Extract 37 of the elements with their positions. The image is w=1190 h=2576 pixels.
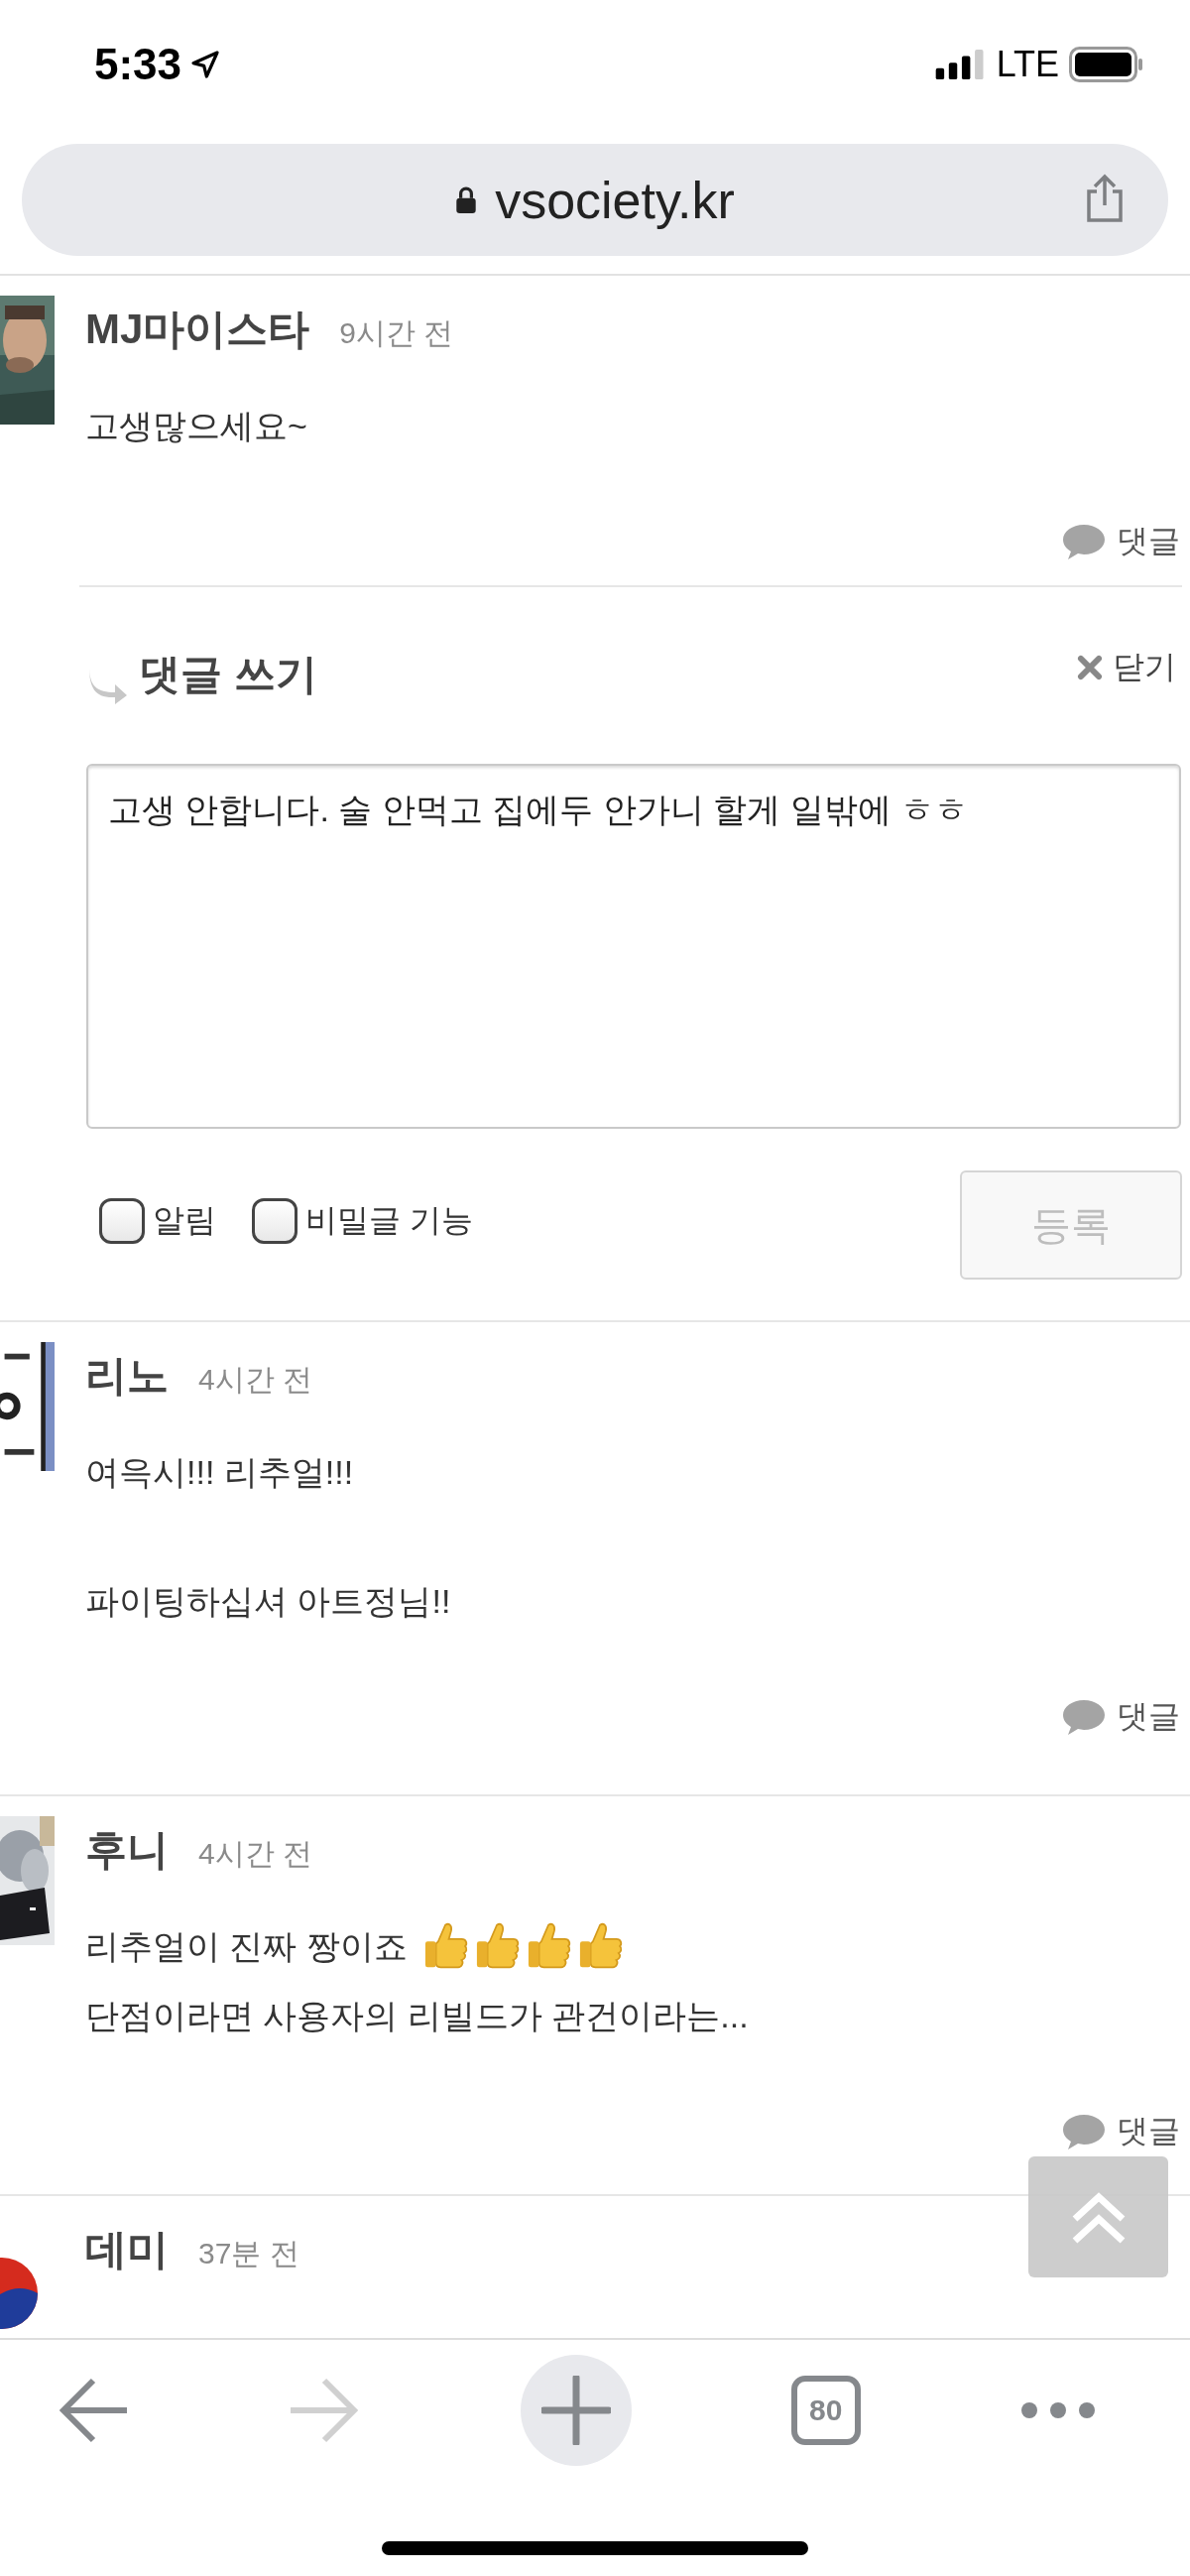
network-type: LTE	[996, 44, 1059, 85]
comment-time: 9시간 전	[339, 315, 454, 351]
close-icon	[1077, 655, 1103, 680]
checkbox-option[interactable]: 알림	[99, 1198, 216, 1244]
reply-form-title: 댓글 쓰기	[139, 650, 317, 699]
reply-link[interactable]: 댓글	[1061, 520, 1180, 563]
checkbox-option[interactable]: 비밀글 기능	[252, 1198, 473, 1244]
comment-author: MJ마이스타	[85, 305, 310, 354]
comment-text: 여윽시!!! 리추얼!!!	[85, 1452, 354, 1493]
comment-input-field[interactable]: 고생 안합니다. 술 안먹고 집에두 안가니 할게 일밖에 ㅎㅎ	[86, 764, 1181, 1129]
location-arrow-icon	[189, 49, 222, 80]
plus-icon	[540, 2375, 611, 2445]
back-arrow-icon[interactable]	[58, 2377, 129, 2443]
comment-text: 고생많으세요~	[85, 406, 307, 446]
comment-text: 단점이라면 사용자의 리빌드가 관건이라는...	[85, 1996, 749, 2036]
speech-bubble-icon	[1061, 2113, 1107, 2150]
comment-author: 리노	[85, 1351, 169, 1401]
reply-link[interactable]: 댓글	[1061, 1695, 1180, 1739]
speech-bubble-icon	[1061, 523, 1107, 560]
battery-icon	[1069, 47, 1142, 82]
status-time: 5:33	[94, 40, 182, 89]
comment-time: 4시간 전	[198, 1362, 313, 1398]
lock-icon	[455, 185, 478, 214]
comment-author: 데미	[85, 2225, 169, 2274]
comment-text: 리추얼이 진짜 짱이죠	[85, 1926, 408, 1967]
speech-bubble-icon	[1061, 1698, 1107, 1736]
more-icon[interactable]	[1020, 2400, 1096, 2419]
reply-link[interactable]: 댓글	[1061, 2110, 1180, 2153]
signal-icon	[934, 50, 987, 79]
comment-text: 파이팅하십셔 아트정님!!	[85, 1581, 451, 1622]
comment-time: 37분 전	[198, 2236, 299, 2271]
address-bar[interactable]: vsociety.kr	[22, 144, 1168, 256]
close-button[interactable]: 닫기	[1071, 645, 1182, 690]
comment-time: 4시간 전	[198, 1836, 313, 1872]
url-text: vsociety.kr	[495, 170, 735, 230]
tabs-button[interactable]: 80	[790, 2375, 861, 2445]
comment-author: 후니	[85, 1825, 169, 1875]
